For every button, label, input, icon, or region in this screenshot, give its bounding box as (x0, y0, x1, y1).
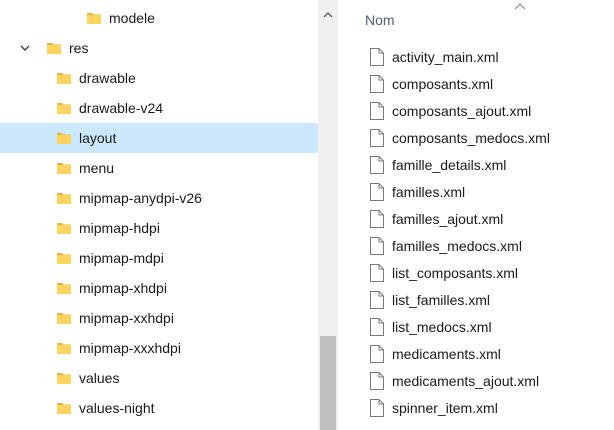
file-name: list_medocs.xml (392, 319, 492, 335)
file-name: familles_ajout.xml (392, 211, 504, 227)
file-explorer: modele res drawable drawable-v24 layout menu m… (0, 0, 614, 430)
folder-icon (57, 133, 71, 144)
scroll-up-button[interactable] (318, 0, 338, 30)
file-name: activity_main.xml (392, 49, 499, 65)
tree-item-label: values (79, 370, 120, 386)
tree-item-label: mipmap-hdpi (79, 220, 160, 236)
file-row[interactable]: composants.xml (338, 71, 614, 98)
tree-item-mipmap-hdpi[interactable]: mipmap-hdpi (0, 213, 318, 243)
file-name: composants_medocs.xml (392, 130, 550, 146)
file-name: familles_medocs.xml (392, 238, 522, 254)
tree-item-values-night[interactable]: values-night (0, 393, 318, 423)
chevron-down-icon[interactable] (18, 41, 32, 55)
tree-item-label: mipmap-xhdpi (79, 280, 167, 296)
file-row[interactable]: composants_medocs.xml (338, 125, 614, 152)
file-name: composants_ajout.xml (392, 103, 532, 119)
tree-item-res[interactable]: res (0, 33, 318, 63)
tree-item-label: values-night (79, 400, 155, 416)
file-icon (370, 210, 384, 228)
folder-icon (57, 73, 71, 84)
tree-item-label: mipmap-xxxhdpi (79, 340, 181, 356)
tree-item-drawable[interactable]: drawable (0, 63, 318, 93)
file-icon (370, 318, 384, 336)
folder-icon (57, 253, 71, 264)
folder-icon (57, 163, 71, 174)
navigation-tree: modele res drawable drawable-v24 layout menu m… (0, 0, 318, 430)
file-row[interactable]: medicaments.xml (338, 341, 614, 368)
file-name: famille_details.xml (392, 157, 507, 173)
scrollbar-thumb[interactable] (320, 336, 336, 430)
tree-item-label: menu (79, 160, 115, 176)
column-header-name[interactable]: Nom (365, 12, 395, 28)
file-row[interactable]: familles_medocs.xml (338, 233, 614, 260)
file-row[interactable]: spinner_item.xml (338, 395, 614, 422)
tree-item-label: layout (79, 130, 117, 146)
tree-item-label: drawable (79, 70, 136, 86)
file-name: medicaments.xml (392, 346, 501, 362)
tree-item-modele[interactable]: modele (0, 3, 318, 33)
folder-icon (57, 103, 71, 114)
file-icon (370, 291, 384, 309)
tree-item-label: res (69, 40, 89, 56)
file-name: spinner_item.xml (392, 400, 498, 416)
file-row[interactable]: activity_main.xml (338, 44, 614, 71)
folder-icon (57, 223, 71, 234)
file-row[interactable]: medicaments_ajout.xml (338, 368, 614, 395)
file-icon (370, 345, 384, 363)
file-icon (370, 399, 384, 417)
file-icon (370, 48, 384, 66)
file-name: list_familles.xml (392, 292, 491, 308)
file-list: Nom activity_main.xml composants.xml compo… (338, 0, 614, 430)
file-row[interactable]: famille_details.xml (338, 152, 614, 179)
tree-item-label: modele (109, 10, 155, 26)
folder-icon (57, 283, 71, 294)
folder-icon (57, 193, 71, 204)
file-name: familles.xml (392, 184, 466, 200)
file-row[interactable]: familles_ajout.xml (338, 206, 614, 233)
tree-item-values[interactable]: values (0, 363, 318, 393)
file-icon (370, 102, 384, 120)
tree-item-mipmap-anydpi-v26[interactable]: mipmap-anydpi-v26 (0, 183, 318, 213)
tree-item-label: mipmap-xxhdpi (79, 310, 174, 326)
folder-icon (57, 403, 71, 414)
file-icon (370, 264, 384, 282)
tree-item-drawable-v24[interactable]: drawable-v24 (0, 93, 318, 123)
sort-ascending-icon (514, 3, 526, 10)
tree-item-menu[interactable]: menu (0, 153, 318, 183)
expand-toggle[interactable] (18, 41, 32, 55)
tree-item-mipmap-mdpi[interactable]: mipmap-mdpi (0, 243, 318, 273)
tree-item-label: drawable-v24 (79, 100, 164, 116)
file-icon (370, 372, 384, 390)
tree-item-mipmap-xxxhdpi[interactable]: mipmap-xxxhdpi (0, 333, 318, 363)
tree-item-label: mipmap-anydpi-v26 (79, 190, 202, 206)
file-icon (370, 75, 384, 93)
file-row[interactable]: familles.xml (338, 179, 614, 206)
file-icon (370, 237, 384, 255)
file-icon (370, 129, 384, 147)
tree-item-mipmap-xxhdpi[interactable]: mipmap-xxhdpi (0, 303, 318, 333)
file-row[interactable]: list_medocs.xml (338, 314, 614, 341)
tree-item-label: mipmap-mdpi (79, 250, 164, 266)
tree-scrollbar[interactable] (318, 0, 338, 430)
file-row[interactable]: composants_ajout.xml (338, 98, 614, 125)
file-icon (370, 183, 384, 201)
file-name: medicaments_ajout.xml (392, 373, 540, 389)
folder-icon (47, 43, 61, 54)
file-name: list_composants.xml (392, 265, 519, 281)
folder-icon (87, 13, 101, 24)
folder-icon (57, 373, 71, 384)
folder-icon (57, 343, 71, 354)
file-row[interactable]: list_familles.xml (338, 287, 614, 314)
folder-icon (57, 313, 71, 324)
tree-item-layout[interactable]: layout (0, 123, 318, 153)
file-row[interactable]: list_composants.xml (338, 260, 614, 287)
tree-item-mipmap-xhdpi[interactable]: mipmap-xhdpi (0, 273, 318, 303)
file-name: composants.xml (392, 76, 494, 92)
arrow-up-icon (323, 12, 333, 18)
file-icon (370, 156, 384, 174)
